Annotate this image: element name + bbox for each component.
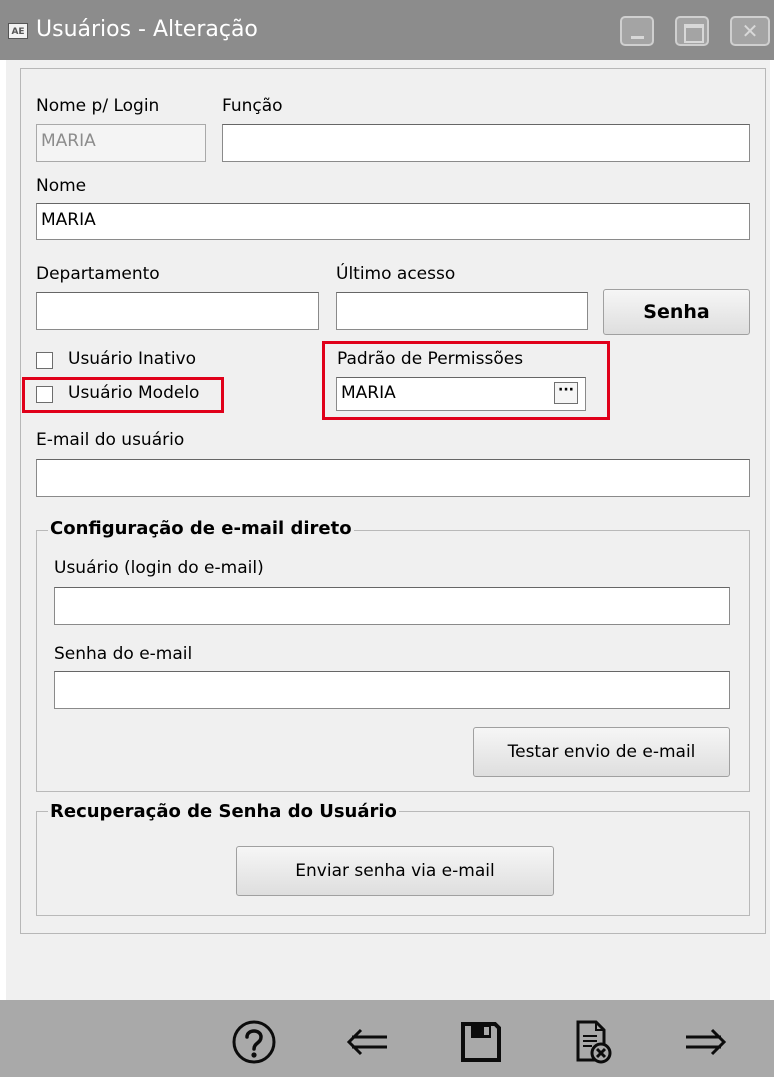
email-senha-label: Senha do e-mail bbox=[54, 644, 193, 664]
cancel-document-icon[interactable] bbox=[568, 1018, 616, 1066]
back-arrow-icon[interactable] bbox=[343, 1018, 391, 1066]
usuario-modelo-checkbox[interactable] bbox=[36, 386, 53, 403]
save-icon[interactable] bbox=[457, 1018, 505, 1066]
padrao-permissoes-label: Padrão de Permissões bbox=[337, 349, 524, 369]
padrao-permissoes-lookup-button[interactable]: ··· bbox=[554, 382, 578, 404]
app-icon: AE bbox=[8, 23, 28, 39]
email-login-label: Usuário (login do e-mail) bbox=[54, 558, 264, 578]
nome-label: Nome bbox=[36, 176, 87, 196]
departamento-field[interactable] bbox=[36, 292, 319, 330]
usuario-modelo-label: Usuário Modelo bbox=[68, 383, 200, 403]
maximize-button[interactable] bbox=[675, 16, 709, 46]
usuario-inativo-label: Usuário Inativo bbox=[68, 349, 197, 369]
nome-field[interactable]: MARIA bbox=[36, 203, 750, 240]
usuario-inativo-checkbox[interactable] bbox=[36, 352, 53, 369]
senha-button[interactable]: Senha bbox=[603, 289, 750, 335]
password-recovery-title: Recuperação de Senha do Usuário bbox=[48, 801, 399, 822]
email-senha-field[interactable] bbox=[54, 671, 730, 709]
email-label: E-mail do usuário bbox=[36, 430, 185, 450]
email-login-field[interactable] bbox=[54, 587, 730, 625]
ultimo-acesso-label: Último acesso bbox=[336, 264, 456, 284]
funcao-label: Função bbox=[222, 96, 283, 116]
close-button[interactable] bbox=[730, 16, 770, 46]
window-title: Usuários - Alteração bbox=[36, 17, 258, 42]
padrao-permissoes-field[interactable]: MARIA bbox=[336, 377, 586, 411]
forward-arrow-icon[interactable] bbox=[682, 1018, 730, 1066]
ultimo-acesso-field[interactable] bbox=[336, 292, 588, 330]
login-label: Nome p/ Login bbox=[36, 96, 160, 116]
funcao-field[interactable] bbox=[222, 124, 750, 162]
email-config-title: Configuração de e-mail direto bbox=[48, 518, 354, 539]
email-field[interactable] bbox=[36, 459, 750, 497]
login-field[interactable]: MARIA bbox=[36, 124, 206, 162]
help-icon[interactable] bbox=[230, 1018, 278, 1066]
departamento-label: Departamento bbox=[36, 264, 160, 284]
enviar-senha-email-button[interactable]: Enviar senha via e-mail bbox=[236, 846, 554, 896]
minimize-button[interactable] bbox=[620, 16, 654, 46]
testar-envio-email-button[interactable]: Testar envio de e-mail bbox=[473, 727, 730, 777]
